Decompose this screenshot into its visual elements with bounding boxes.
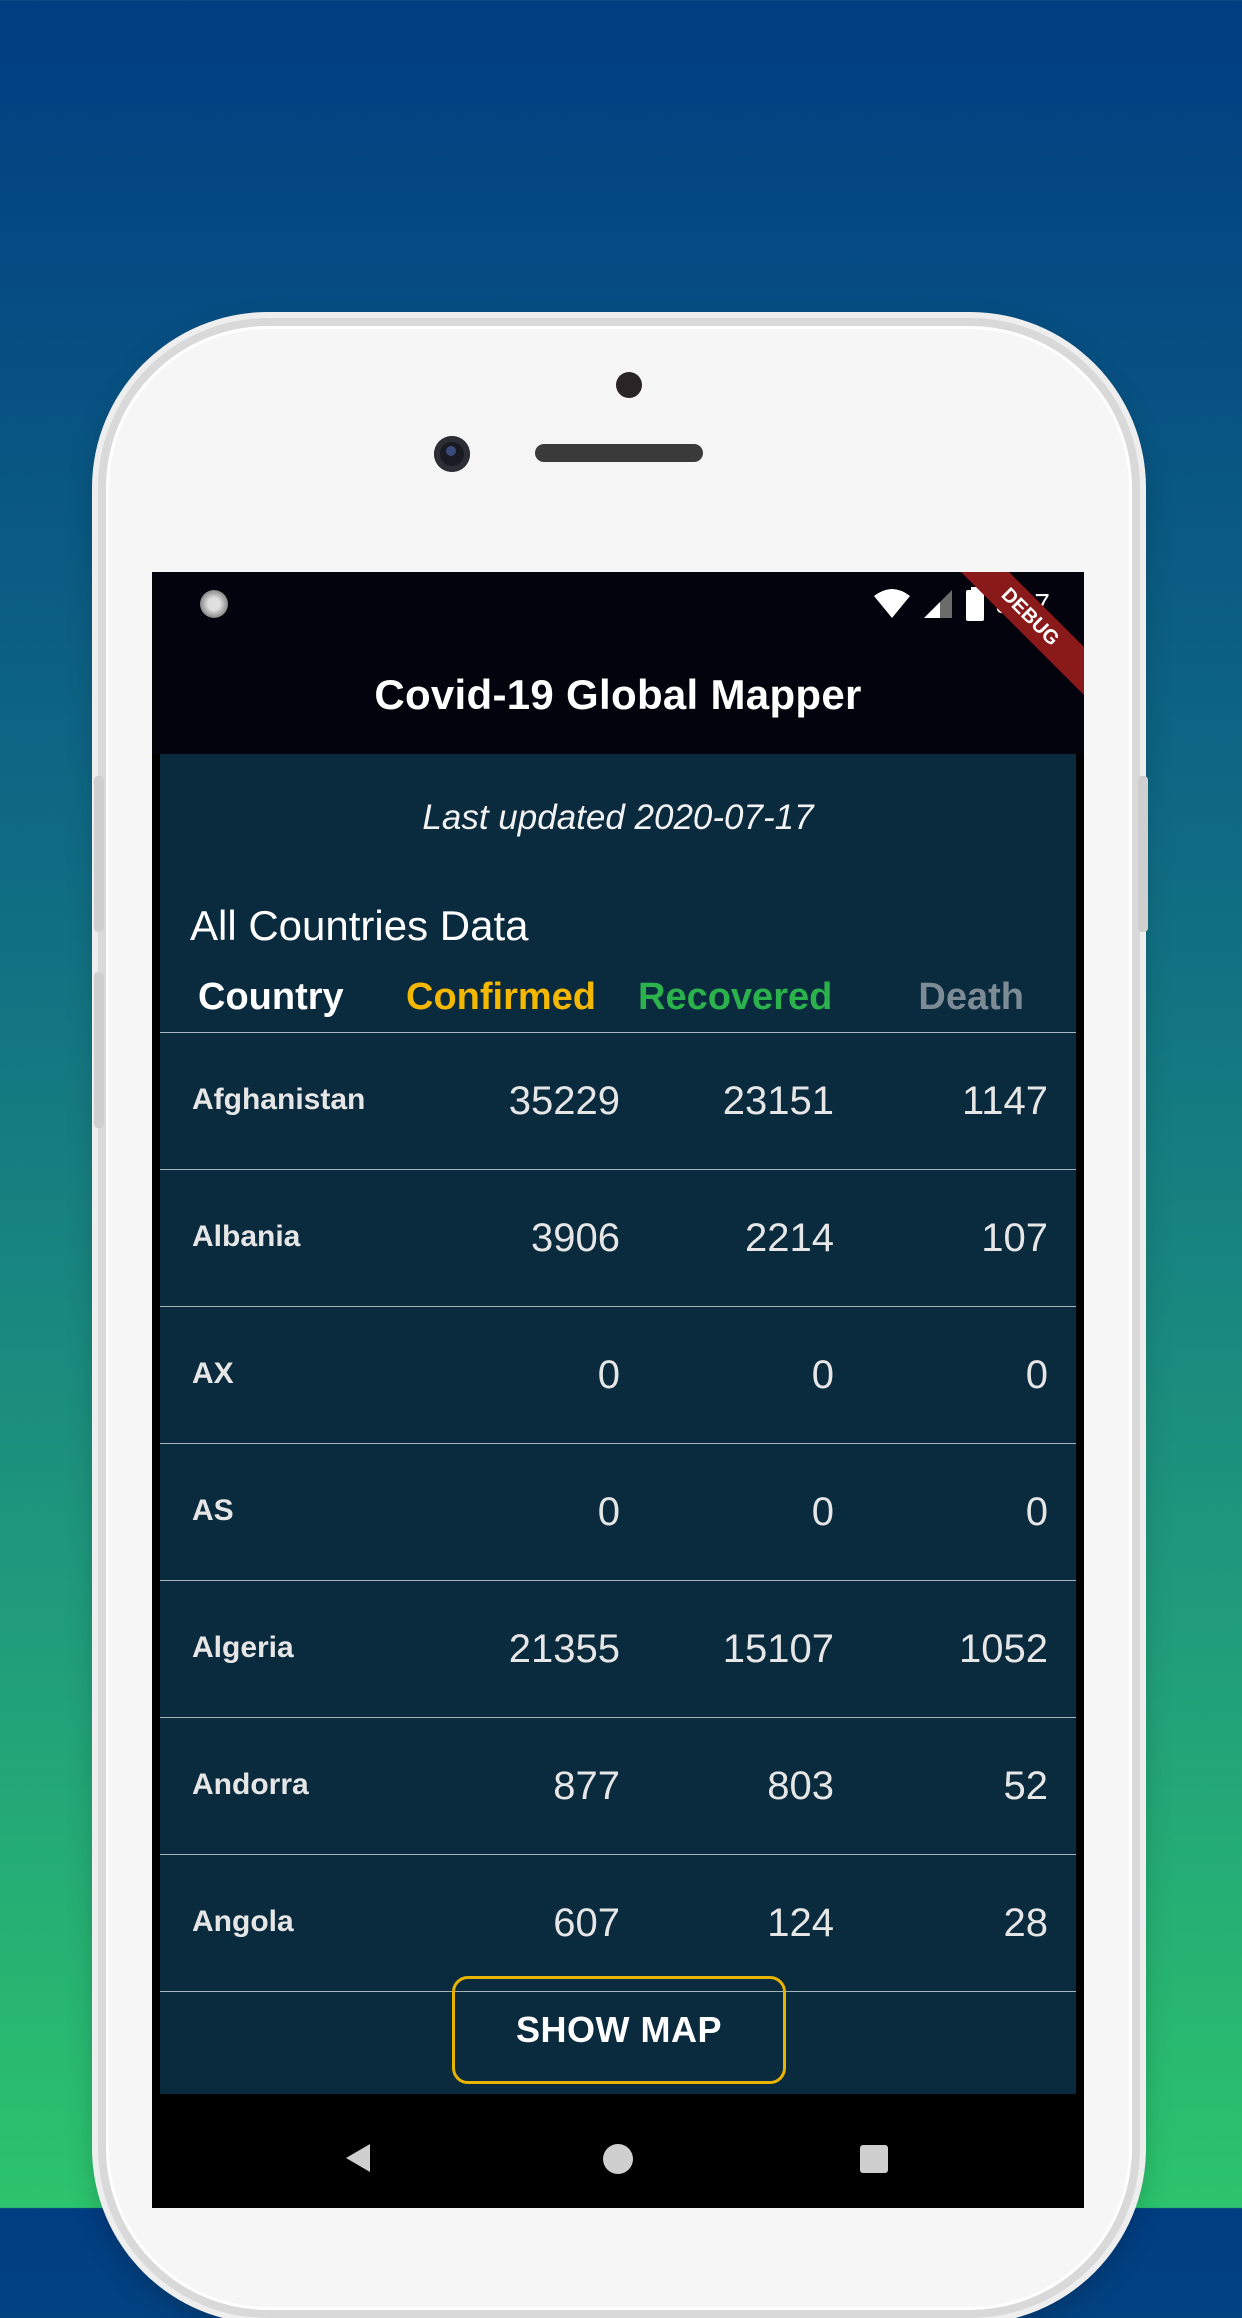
recovered-count: 2214 [745,1216,834,1260]
recovered-count: 0 [811,1490,834,1534]
country-name: Angola [192,1905,294,1938]
cellular-signal-icon [923,590,952,618]
table-row[interactable]: Algeria 21355 15107 1052 [160,1581,1076,1718]
recovered-count: 23151 [722,1079,834,1123]
section-title: All Countries Data [190,902,529,949]
table-header: Country Confirmed Recovered Death [160,976,1076,1033]
earpiece-speaker [535,444,703,462]
front-camera-icon [616,372,642,398]
death-count: 0 [1025,1353,1048,1397]
recovered-count: 15107 [722,1627,834,1671]
volume-down-button [94,972,104,1128]
recovered-count: 124 [767,1901,834,1945]
wifi-icon [873,589,910,618]
death-count: 52 [1003,1764,1049,1808]
header-country[interactable]: Country [198,976,344,1019]
back-icon[interactable] [346,2144,370,2172]
country-name: Algeria [192,1631,294,1664]
home-icon[interactable] [603,2144,633,2174]
table-row[interactable]: Angola 607 124 28 [160,1855,1076,1992]
navigation-bar [152,2108,1084,2208]
death-count: 107 [981,1216,1048,1260]
camera-lens-icon [434,436,470,472]
confirmed-count: 3906 [531,1216,620,1260]
table-row[interactable]: Andorra 877 803 52 [160,1718,1076,1855]
table-row[interactable]: AS 0 0 0 [160,1444,1076,1581]
header-confirmed[interactable]: Confirmed [406,976,596,1019]
main-content: Last updated 2020-07-17 All Countries Da… [160,754,1076,2094]
confirmed-count: 0 [597,1490,620,1534]
country-name: Andorra [192,1768,309,1801]
country-name: Albania [192,1220,301,1253]
confirmed-count: 21355 [508,1627,620,1671]
table-row[interactable]: AX 0 0 0 [160,1307,1076,1444]
header-recovered[interactable]: Recovered [638,976,832,1019]
app-title: Covid-19 Global Mapper [374,671,862,718]
confirmed-count: 35229 [508,1079,620,1123]
death-count: 1147 [961,1079,1048,1123]
country-name: AS [192,1494,234,1527]
sync-notification-icon [200,590,228,618]
country-name: Afghanistan [192,1083,366,1116]
app-bar: Covid-19 Global Mapper [152,636,1084,754]
device-screen: 5:17 Covid-19 Global Mapper DEBUG Last u… [152,572,1084,2208]
last-updated-text: Last updated 2020-07-17 [422,798,814,837]
status-bar: 5:17 [152,572,1084,636]
confirmed-count: 877 [553,1764,620,1808]
death-count: 0 [1025,1490,1048,1534]
power-button [1138,776,1148,932]
table-row[interactable]: Afghanistan 35229 23151 1147 [160,1033,1076,1170]
show-map-button[interactable]: SHOW MAP [452,1976,786,2084]
volume-up-button [94,776,104,932]
country-name: AX [192,1357,234,1390]
table-row[interactable]: Albania 3906 2214 107 [160,1170,1076,1307]
confirmed-count: 0 [597,1353,620,1397]
recovered-count: 0 [811,1353,834,1397]
recovered-count: 803 [767,1764,834,1808]
recents-icon[interactable] [860,2145,888,2173]
death-count: 1052 [959,1627,1048,1671]
country-list[interactable]: Afghanistan 35229 23151 1147 Albania 390… [160,1033,1076,2049]
death-count: 28 [1003,1901,1049,1945]
confirmed-count: 607 [553,1901,620,1945]
header-death[interactable]: Death [918,976,1024,1019]
